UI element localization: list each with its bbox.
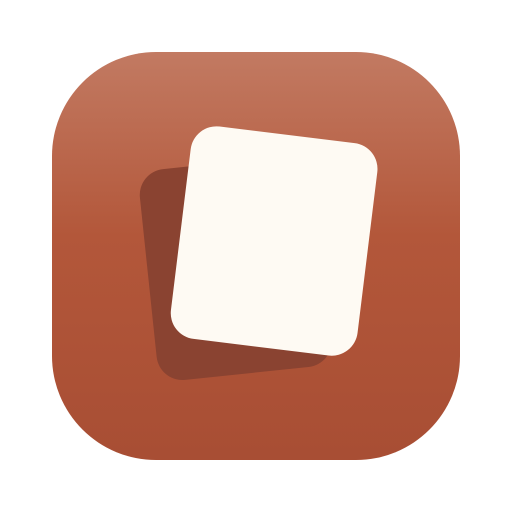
front-card-group — [170, 126, 378, 356]
front-card — [170, 126, 378, 356]
app-icon-canvas — [0, 0, 512, 512]
cards-icon — [52, 52, 460, 460]
